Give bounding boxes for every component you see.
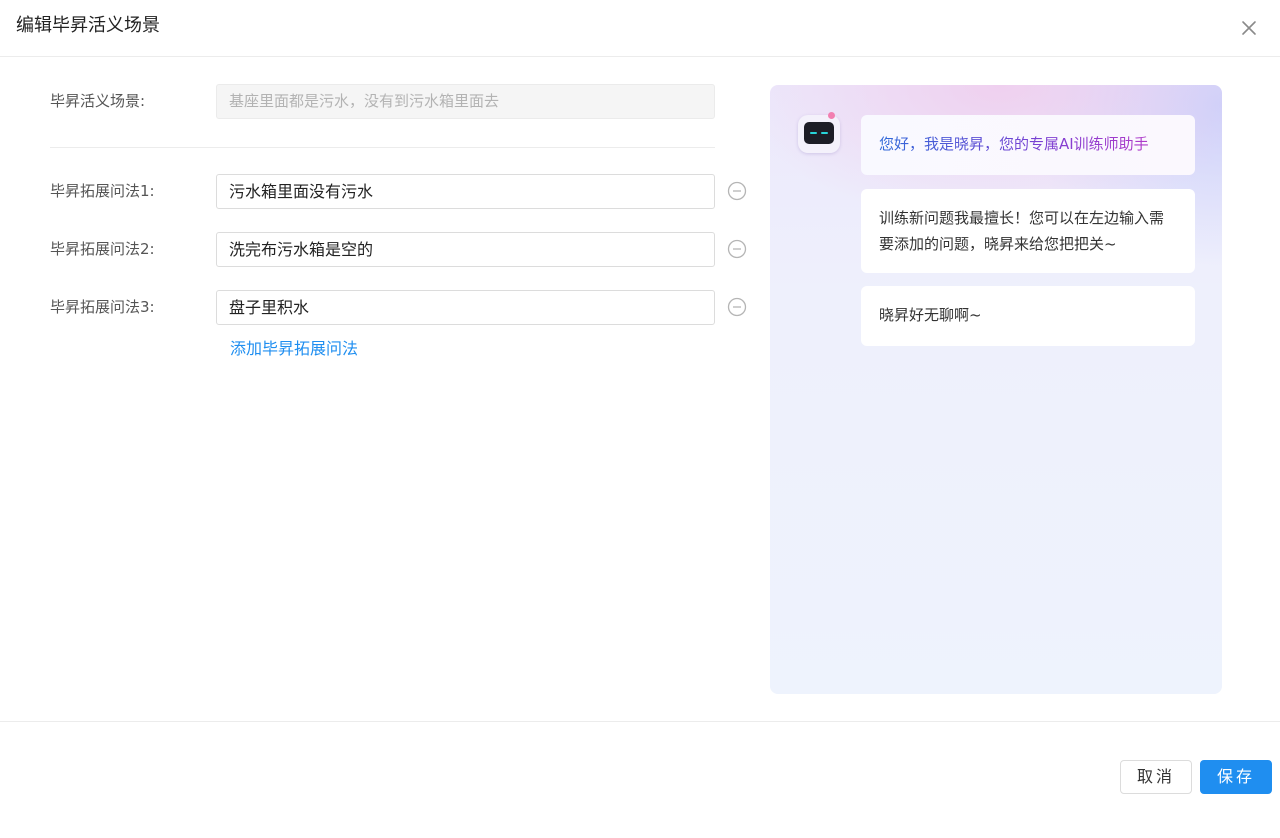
footer-divider [0, 721, 1280, 722]
variant-label-1: 毕昇拓展问法1: [50, 182, 155, 200]
close-button[interactable] [1238, 17, 1260, 39]
scene-input: 基座里面都是污水，没有到污水箱里面去 [216, 84, 715, 119]
avatar-eye-left [810, 132, 817, 134]
remove-variant-button-3[interactable] [727, 297, 747, 317]
variant-input-1[interactable]: 污水箱里面没有污水 [216, 174, 715, 209]
avatar-ear [828, 112, 835, 119]
variant-label-2: 毕昇拓展问法2: [50, 240, 155, 258]
edit-scene-dialog: 编辑毕昇活义场景 毕昇活义场景: 基座里面都是污水，没有到污水箱里面去 毕昇拓展… [0, 0, 1280, 838]
minus-circle-icon [727, 181, 747, 201]
close-icon [1242, 21, 1256, 35]
avatar-screen [804, 122, 834, 144]
minus-circle-icon [727, 297, 747, 317]
scene-label: 毕昇活义场景: [50, 92, 146, 110]
remove-variant-button-2[interactable] [727, 239, 747, 259]
chat-message: 晓昇好无聊啊~ [861, 286, 1195, 346]
assistant-chat-panel: 您好，我是晓昇，您的专属AI训练师助手 训练新问题我最擅长！您可以在左边输入需要… [770, 85, 1222, 694]
dialog-title: 编辑毕昇活义场景 [16, 15, 160, 36]
chat-message-greeting: 您好，我是晓昇，您的专属AI训练师助手 [861, 115, 1195, 175]
robot-avatar-icon [798, 112, 840, 153]
cancel-button[interactable]: 取消 [1120, 760, 1192, 794]
add-variant-link[interactable]: 添加毕昇拓展问法 [230, 338, 358, 360]
dialog-header: 编辑毕昇活义场景 [0, 0, 1280, 57]
avatar-eye-right [821, 132, 828, 134]
greeting-text: 您好，我是晓昇，您的专属AI训练师助手 [879, 135, 1149, 153]
variant-label-3: 毕昇拓展问法3: [50, 298, 155, 316]
remove-variant-button-1[interactable] [727, 181, 747, 201]
chat-message: 训练新问题我最擅长！您可以在左边输入需要添加的问题，晓昇来给您把把关~ [861, 189, 1195, 273]
save-button[interactable]: 保存 [1200, 760, 1272, 794]
divider [50, 147, 715, 148]
minus-circle-icon [727, 239, 747, 259]
variant-input-2[interactable]: 洗完布污水箱是空的 [216, 232, 715, 267]
variant-input-3[interactable]: 盘子里积水 [216, 290, 715, 325]
